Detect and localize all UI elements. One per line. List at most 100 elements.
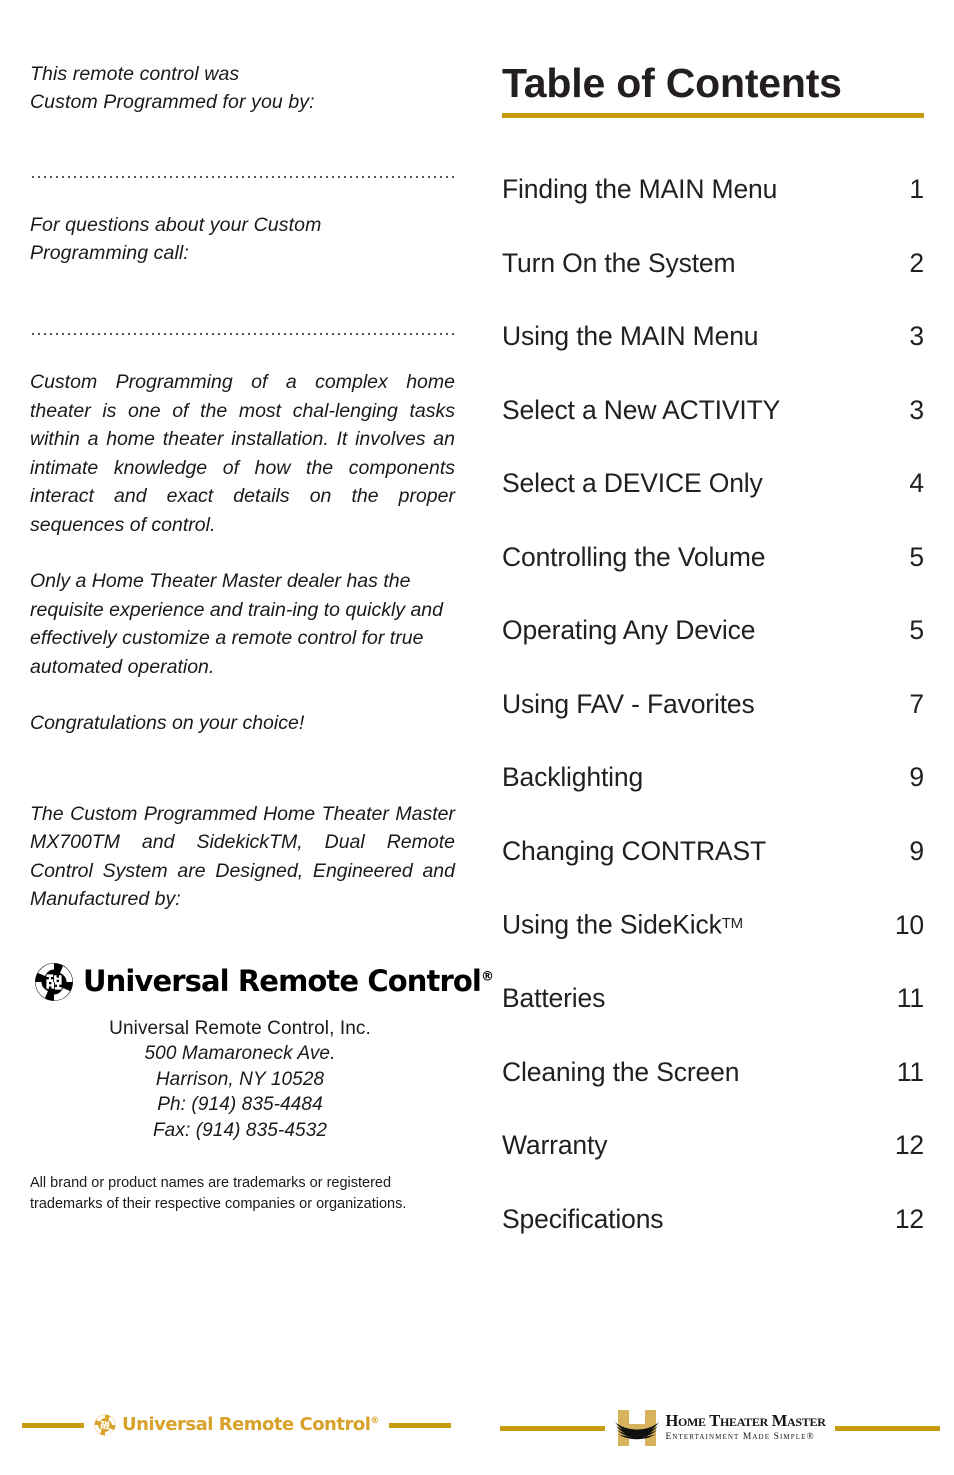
htm-text-block: Home Theater Master Entertainment Made S…: [665, 1413, 825, 1443]
toc-entry-page: 5: [909, 541, 924, 572]
toc-entry-page: 7: [909, 688, 924, 719]
gap-2: [30, 335, 455, 368]
address-fax: Fax: (914) 835-4532: [152, 1119, 328, 1141]
urc-wordmark-text: Universal Remote Control: [83, 964, 482, 998]
toc-entry-using-fav-favorites[interactable]: Using FAV - Favorites 7: [502, 687, 924, 721]
toc-entry-page: 12: [894, 1203, 924, 1234]
toc-entry-page: 1: [909, 174, 924, 204]
toc-entry-page: 9: [909, 762, 924, 792]
right-column: Table of Contents Finding the MAIN Menu …: [502, 58, 924, 1275]
toc-entry-label: Backlighting: [502, 762, 644, 792]
toc-entry-specifications[interactable]: Specifications 12: [502, 1202, 924, 1236]
paragraph-gap-2: [30, 681, 455, 709]
urc-globe-burst-icon: [34, 962, 74, 1002]
footer-left: Universal Remote Control®: [22, 1414, 462, 1436]
intro-line-2: Custom Programmed for you by:: [30, 91, 315, 113]
toc-entry-batteries[interactable]: Batteries 11: [502, 981, 924, 1015]
manufacturer-statement: The Custom Programmed Home Theater Maste…: [30, 802, 455, 911]
footer-rule-left: [22, 1422, 84, 1428]
footer-rule-right: [388, 1422, 451, 1428]
gap-4: [30, 914, 455, 962]
toc-entry-label: Using FAV - Favorites: [502, 688, 755, 719]
address-street: 500 Mamaroneck Ave.: [144, 1043, 336, 1064]
address-phone: Ph: (914) 835-4484: [157, 1094, 323, 1115]
htm-tagline: Entertainment Made Simple®: [665, 1433, 825, 1443]
toc-entry-label: Controlling the Volume: [502, 541, 766, 572]
htm-h-fan-icon: [614, 1408, 660, 1448]
urc-wordmark: Universal Remote Control®: [83, 967, 494, 996]
congratulations-line: Congratulations on your choice!: [30, 712, 305, 734]
company-address: Universal Remote Control, Inc. 500 Mamar…: [30, 1016, 450, 1144]
fill-in-space-dealer: [30, 116, 455, 176]
toc-entry-page: 5: [909, 615, 924, 645]
toc-entry-label: Select a New ACTIVITY: [502, 394, 781, 425]
gap-1: [30, 178, 455, 211]
toc-entry-page: 12: [894, 1130, 924, 1161]
toc-entry-label-text: Using the SideKick: [502, 909, 722, 940]
toc-entry-controlling-the-volume[interactable]: Controlling the Volume 5: [502, 540, 924, 574]
body-paragraph-2: Only a Home Theater Master dealer has th…: [30, 570, 443, 678]
toc-entry-page: 11: [896, 1056, 924, 1087]
footer-right: Home Theater Master Entertainment Made S…: [500, 1408, 941, 1448]
footer-urc-wordmark: Universal Remote Control®: [122, 1416, 379, 1434]
toc-list: Finding the MAIN Menu 1 Turn On the Syst…: [502, 172, 924, 1236]
questions-line-1: For questions about your Custom: [30, 214, 322, 236]
htm-footer-rule-right: [834, 1425, 941, 1431]
questions-block: For questions about your Custom Programm…: [30, 211, 455, 267]
toc-entry-page: 11: [896, 983, 924, 1014]
paragraph-gap-1: [30, 539, 455, 567]
left-column: This remote control was Custom Programme…: [30, 60, 494, 1214]
toc-entry-page: 3: [909, 394, 924, 425]
document-page: This remote control was Custom Programme…: [0, 0, 954, 1475]
questions-line-2: Programming call:: [30, 242, 189, 264]
toc-entry-label: Using the MAIN Menu: [502, 321, 759, 351]
toc-entry-operating-any-device[interactable]: Operating Any Device 5: [502, 613, 924, 647]
toc-entry-select-a-device-only[interactable]: Select a DEVICE Only 4: [502, 466, 924, 500]
home-theater-master-logo: Home Theater Master Entertainment Made S…: [605, 1408, 834, 1448]
title-gold-rule: [502, 113, 924, 118]
footer-urc-globe-burst-icon: [94, 1414, 116, 1436]
htm-title: Home Theater Master: [665, 1411, 825, 1430]
footer-urc-wordmark-text: Universal Remote Control: [122, 1414, 371, 1435]
htm-title-text: Home Theater Master: [665, 1411, 826, 1431]
footer-urc-registered-mark: ®: [370, 1416, 379, 1426]
toc-entry-page: 2: [909, 247, 924, 278]
toc-entry-cleaning-the-screen[interactable]: Cleaning the Screen 11: [502, 1055, 924, 1089]
toc-entry-label: Specifications: [502, 1203, 664, 1234]
trademark-symbol: TM: [721, 915, 743, 932]
intro-line-1: This remote control was: [30, 63, 240, 85]
urc-registered-mark: ®: [480, 969, 494, 985]
htm-footer-rule-left: [500, 1425, 606, 1431]
toc-entry-turn-on-the-system[interactable]: Turn On the System 2: [502, 246, 924, 280]
toc-entry-label: Using the SideKickTM: [502, 907, 878, 942]
htm-tagline-text: Entertainment Made Simple: [665, 1432, 807, 1443]
intro-block: This remote control was Custom Programme…: [30, 60, 455, 116]
address-city-state-zip: Harrison, NY 10528: [155, 1068, 325, 1090]
toc-entry-select-a-new-activity[interactable]: Select a New ACTIVITY 3: [502, 393, 924, 427]
toc-entry-changing-contrast[interactable]: Changing CONTRAST 9: [502, 834, 924, 868]
toc-entry-page: 3: [909, 321, 924, 351]
toc-entry-page: 9: [909, 835, 924, 866]
footer-urc-logo: Universal Remote Control®: [84, 1414, 389, 1436]
toc-entry-backlighting[interactable]: Backlighting 9: [502, 760, 924, 794]
gap-3: [30, 738, 455, 800]
address-company: Universal Remote Control, Inc.: [109, 1017, 371, 1039]
toc-entry-warranty[interactable]: Warranty 12: [502, 1128, 924, 1162]
toc-entry-label: Warranty: [502, 1130, 608, 1161]
toc-entry-page: 10: [894, 909, 924, 940]
toc-entry-label: Cleaning the Screen: [502, 1056, 740, 1087]
toc-entry-label: Finding the MAIN Menu: [502, 174, 778, 204]
fill-in-space-phone: [30, 267, 455, 333]
page-title: Table of Contents: [502, 60, 842, 106]
toc-entry-label: Batteries: [502, 983, 606, 1014]
toc-entry-label: Turn On the System: [502, 247, 736, 278]
toc-entry-using-the-main-menu[interactable]: Using the MAIN Menu 3: [502, 319, 924, 353]
toc-entry-label: Operating Any Device: [502, 615, 756, 645]
toc-entry-using-the-sidekick[interactable]: Using the SideKickTM 10: [502, 907, 924, 942]
htm-registered-mark: ®: [806, 1432, 815, 1443]
legal-notice: All brand or product names are trademark…: [30, 1175, 407, 1212]
toc-entry-finding-the-main-menu[interactable]: Finding the MAIN Menu 1: [502, 172, 924, 206]
toc-entry-label: Select a DEVICE Only: [502, 468, 763, 498]
body-paragraph-1: Custom Programming of a complex home the…: [30, 371, 455, 536]
urc-logo: Universal Remote Control®: [34, 962, 494, 1002]
